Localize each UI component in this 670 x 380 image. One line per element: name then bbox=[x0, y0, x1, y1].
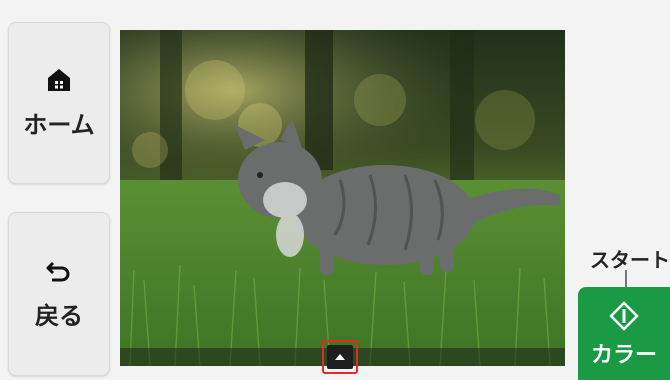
start-diamond-icon bbox=[609, 301, 639, 331]
home-button[interactable]: ホーム bbox=[8, 22, 110, 184]
back-arrow-icon bbox=[46, 261, 70, 281]
start-caption: スタート bbox=[590, 248, 670, 272]
back-label: 戻る bbox=[35, 301, 83, 330]
expand-button-face bbox=[327, 345, 353, 369]
expand-up-icon bbox=[335, 354, 345, 360]
kitten-photo bbox=[120, 30, 565, 366]
color-start-button[interactable]: カラー bbox=[578, 287, 670, 380]
color-button-label: カラー bbox=[590, 343, 657, 368]
start-leader-line bbox=[625, 270, 627, 288]
home-label: ホーム bbox=[23, 110, 95, 139]
photo-preview bbox=[120, 30, 565, 366]
back-button[interactable]: 戻る bbox=[8, 212, 110, 376]
home-icon bbox=[48, 68, 70, 91]
expand-panel-button[interactable] bbox=[322, 340, 358, 374]
